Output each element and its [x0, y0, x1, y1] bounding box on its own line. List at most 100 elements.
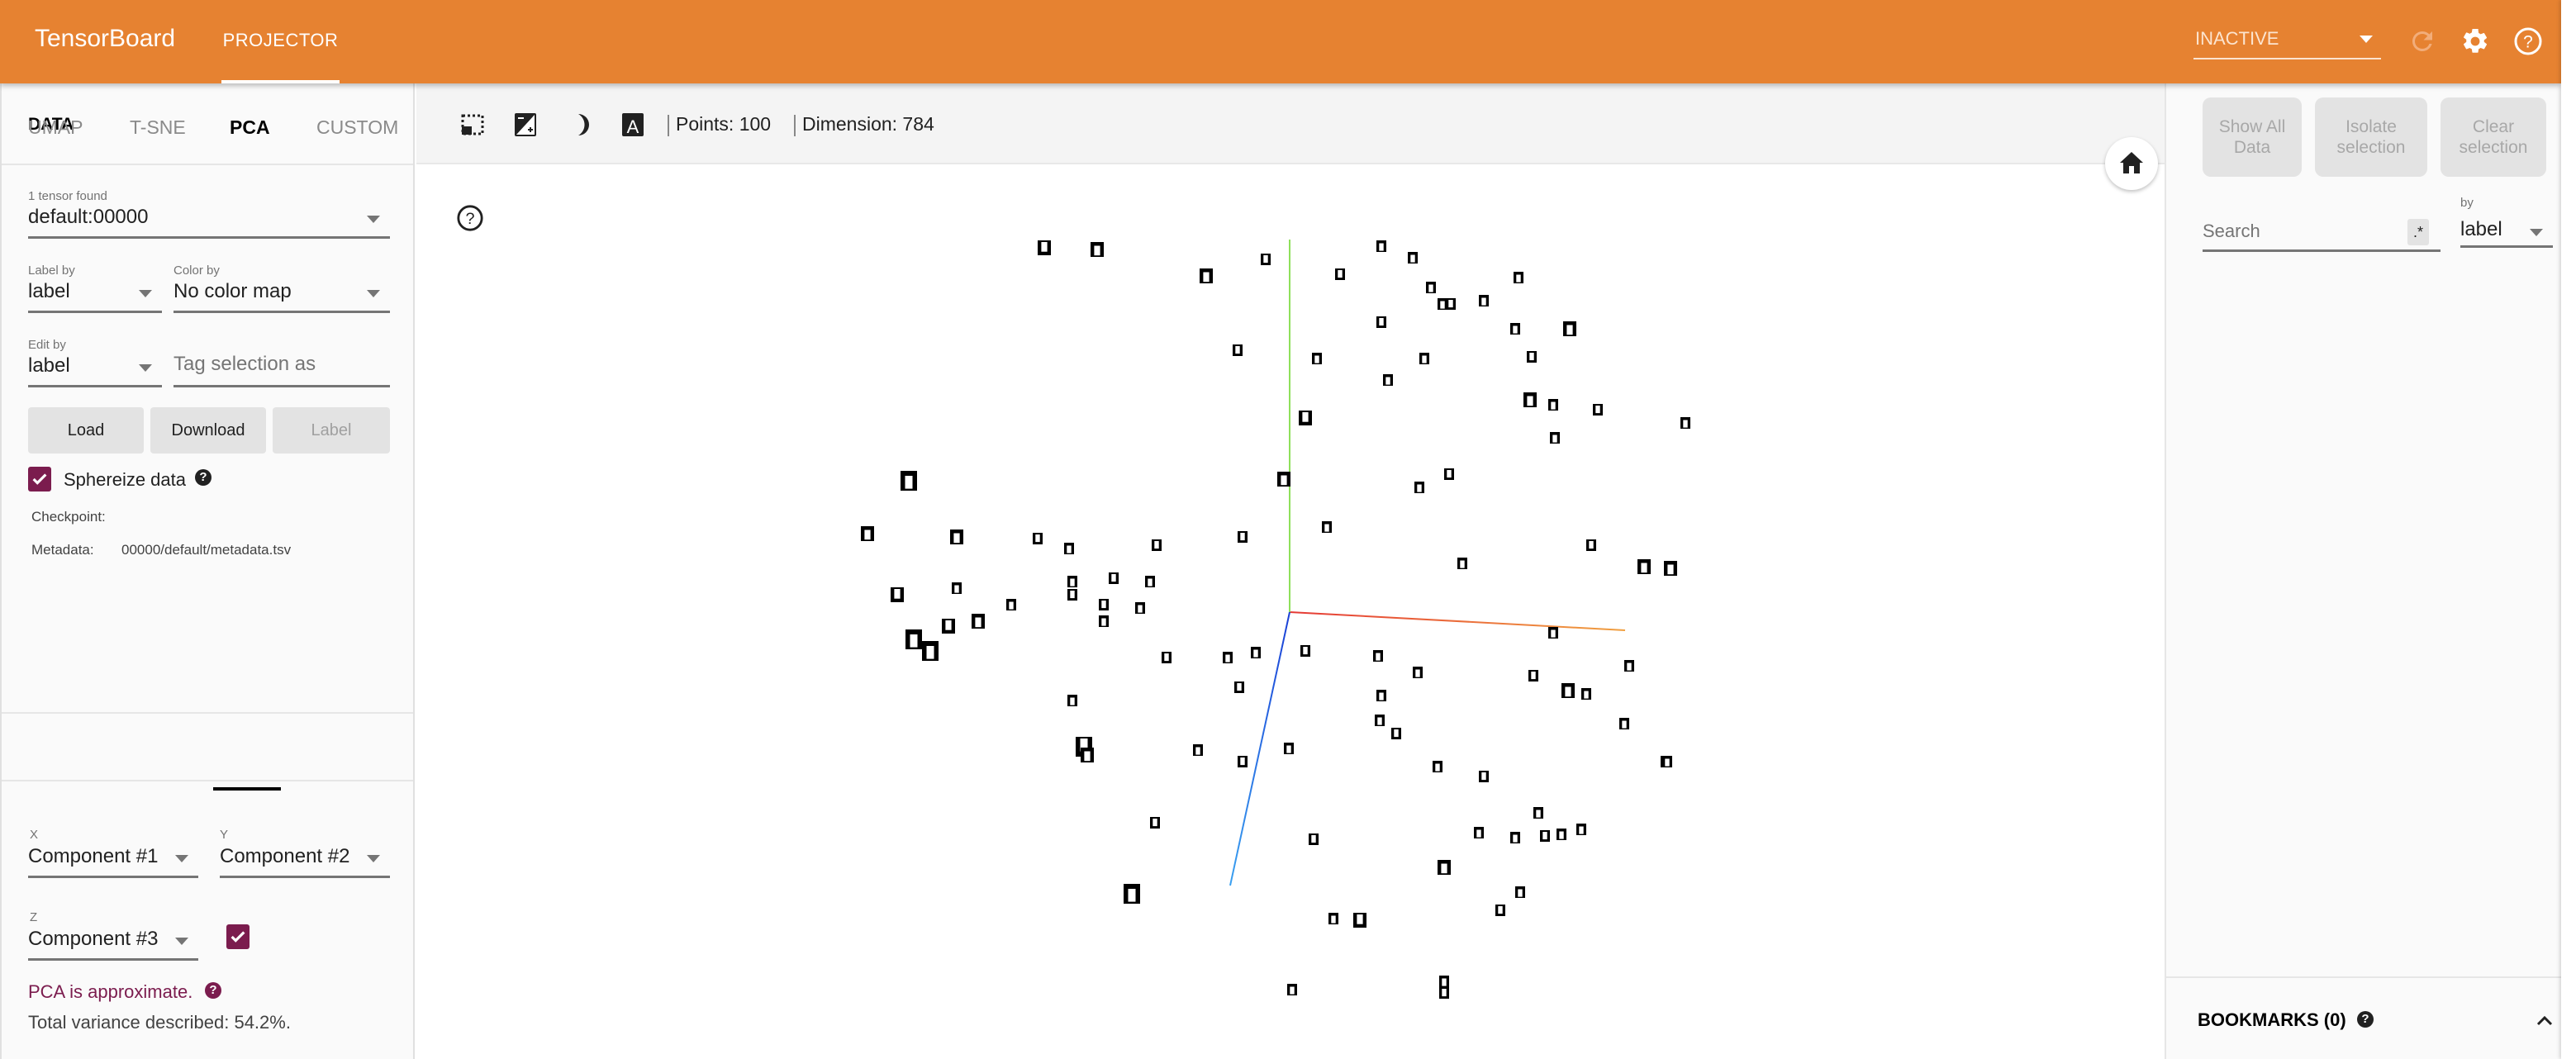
data-point-sprite[interactable]	[1540, 830, 1550, 842]
tag-selection-input[interactable]	[173, 353, 390, 376]
data-point-sprite[interactable]	[1619, 718, 1629, 729]
refresh-icon[interactable]	[2407, 26, 2437, 56]
data-point-sprite[interactable]	[1527, 351, 1537, 363]
pca-y-select[interactable]: Component #2	[220, 842, 390, 878]
data-point-sprite[interactable]	[1510, 832, 1520, 843]
scatter-3d-scene[interactable]	[416, 165, 2165, 1059]
data-point-sprite[interactable]	[1586, 539, 1596, 551]
search-field[interactable]	[2203, 216, 2441, 252]
data-point-sprite[interactable]	[1322, 521, 1332, 533]
tensor-select[interactable]: default:00000	[28, 202, 390, 239]
data-point-sprite[interactable]	[1419, 353, 1429, 364]
data-point-sprite[interactable]	[1251, 647, 1261, 658]
data-point-sprite[interactable]	[1375, 715, 1385, 726]
data-point-sprite[interactable]	[1162, 652, 1172, 663]
data-point-sprite[interactable]	[1238, 531, 1248, 543]
data-point-sprite[interactable]	[1510, 323, 1520, 335]
data-point-sprite[interactable]	[1550, 432, 1560, 444]
data-point-sprite[interactable]	[891, 587, 904, 602]
data-point-sprite[interactable]	[1099, 599, 1109, 610]
data-point-sprite[interactable]	[1561, 683, 1575, 698]
data-point-sprite[interactable]	[1145, 576, 1155, 587]
data-point-sprite[interactable]	[922, 641, 939, 661]
data-point-sprite[interactable]	[1064, 543, 1074, 554]
data-point-sprite[interactable]	[1391, 728, 1401, 739]
data-point-sprite[interactable]	[1533, 807, 1543, 819]
data-point-sprite[interactable]	[1474, 827, 1484, 838]
data-point-sprite[interactable]	[1200, 268, 1213, 283]
data-point-sprite[interactable]	[1152, 539, 1162, 551]
data-point-sprite[interactable]	[1099, 615, 1109, 627]
data-point-sprite[interactable]	[1335, 268, 1345, 280]
data-point-sprite[interactable]	[861, 526, 874, 541]
tab-pca[interactable]: PCA	[230, 116, 270, 139]
data-point-sprite[interactable]	[1376, 316, 1386, 328]
search-input[interactable]	[2203, 221, 2441, 242]
data-point-sprite[interactable]	[1033, 533, 1043, 544]
help-icon[interactable]: ?	[2513, 26, 2543, 56]
run-selector-dropdown[interactable]: INACTIVE	[2193, 25, 2381, 59]
data-point-sprite[interactable]	[1081, 748, 1094, 762]
data-point-sprite[interactable]	[1444, 468, 1454, 480]
select-region-icon[interactable]	[461, 112, 484, 137]
data-point-sprite[interactable]	[1287, 984, 1297, 995]
data-point-sprite[interactable]	[1446, 298, 1456, 310]
data-point-sprite[interactable]	[1135, 602, 1145, 614]
data-point-sprite[interactable]	[1624, 660, 1634, 672]
data-point-sprite[interactable]	[1277, 472, 1290, 487]
data-point-sprite[interactable]	[1261, 254, 1271, 265]
data-point-sprite[interactable]	[952, 582, 962, 594]
bookmarks-title[interactable]: BOOKMARKS (0)	[2198, 1009, 2346, 1031]
label-by-select[interactable]: label	[28, 277, 162, 313]
data-point-sprite[interactable]	[1515, 886, 1525, 898]
dark-mode-icon[interactable]	[573, 112, 596, 137]
regex-toggle-button[interactable]: .*	[2407, 219, 2429, 245]
data-point-sprite[interactable]	[950, 530, 963, 544]
data-point-sprite[interactable]	[1223, 652, 1233, 663]
canvas-help-icon[interactable]: ?	[456, 204, 484, 232]
sphereize-checkbox[interactable]	[28, 467, 51, 492]
sphereize-help-icon[interactable]: ?	[195, 469, 211, 486]
bookmarks-help-icon[interactable]: ?	[2357, 1011, 2374, 1028]
tab-tsne[interactable]: T-SNE	[130, 116, 186, 139]
data-point-sprite[interactable]	[1438, 860, 1451, 875]
data-point-sprite[interactable]	[1593, 404, 1603, 416]
settings-icon[interactable]	[2460, 26, 2490, 56]
data-point-sprite[interactable]	[1091, 242, 1104, 257]
chevron-up-icon[interactable]	[2536, 1014, 2553, 1026]
data-point-sprite[interactable]	[1528, 670, 1538, 681]
data-point-sprite[interactable]	[1414, 482, 1424, 493]
data-point-sprite[interactable]	[1576, 824, 1586, 835]
data-point-sprite[interactable]	[1495, 905, 1505, 916]
data-point-sprite[interactable]	[1234, 681, 1244, 693]
data-point-sprite[interactable]	[1373, 650, 1383, 662]
data-point-sprite[interactable]	[1238, 756, 1248, 767]
label-mode-icon[interactable]: A	[621, 112, 644, 137]
brand-title[interactable]: TensorBoard	[35, 25, 175, 53]
edit-by-select[interactable]: label	[28, 351, 162, 387]
data-point-sprite[interactable]	[1067, 589, 1077, 601]
data-point-sprite[interactable]	[1439, 987, 1449, 999]
color-by-select[interactable]: No color map	[173, 277, 390, 313]
data-point-sprite[interactable]	[1680, 417, 1690, 429]
tab-umap[interactable]: UMAP	[28, 116, 83, 139]
data-point-sprite[interactable]	[1299, 411, 1312, 425]
data-point-sprite[interactable]	[1563, 321, 1576, 336]
data-point-sprite[interactable]	[1479, 771, 1489, 782]
data-point-sprite[interactable]	[1193, 744, 1203, 756]
data-point-sprite[interactable]	[1312, 353, 1322, 364]
data-point-sprite[interactable]	[1067, 695, 1077, 706]
data-point-sprite[interactable]	[942, 619, 955, 634]
data-point-sprite[interactable]	[1376, 690, 1386, 701]
data-point-sprite[interactable]	[1439, 976, 1449, 987]
data-point-sprite[interactable]	[1457, 558, 1467, 569]
data-point-sprite[interactable]	[1353, 913, 1366, 928]
data-point-sprite[interactable]	[1006, 599, 1016, 610]
isolate-selection-button[interactable]: Isolate selection	[2315, 97, 2427, 177]
tab-projector[interactable]: PROJECTOR	[221, 0, 340, 83]
pca-help-icon[interactable]: ?	[205, 982, 221, 999]
data-point-sprite[interactable]	[1523, 392, 1537, 407]
label-button[interactable]: Label	[273, 407, 390, 454]
data-point-sprite[interactable]	[1109, 572, 1119, 584]
pca-z-enable-checkbox[interactable]	[226, 924, 250, 949]
